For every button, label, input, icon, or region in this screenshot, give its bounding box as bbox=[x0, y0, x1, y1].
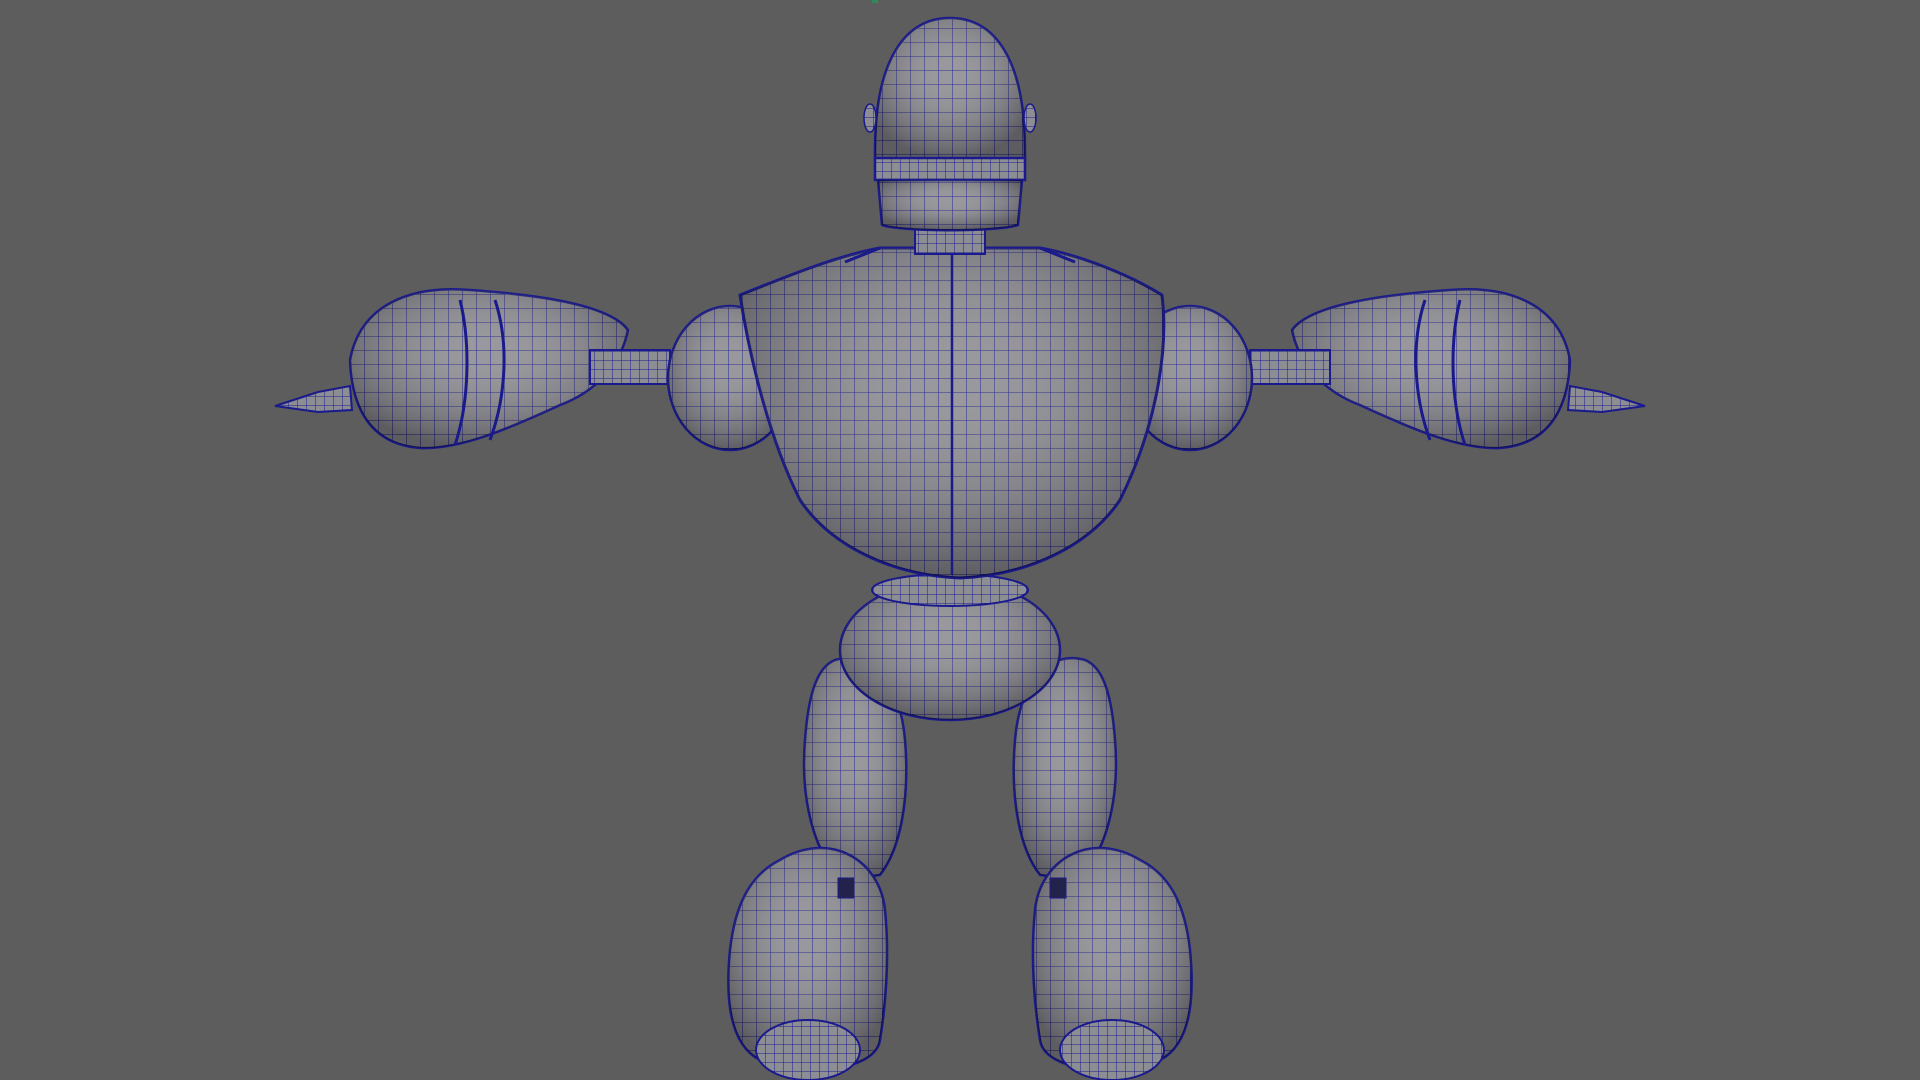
right-leg[interactable] bbox=[1012, 657, 1193, 1080]
left-leg[interactable] bbox=[727, 657, 908, 1080]
left-finger-tip bbox=[274, 384, 354, 414]
right-arm-joint bbox=[1249, 349, 1331, 385]
right-finger-tip bbox=[1566, 384, 1646, 414]
3d-viewport[interactable] bbox=[0, 0, 1920, 1080]
neck bbox=[914, 227, 986, 255]
left-arm[interactable] bbox=[274, 288, 671, 450]
robot-mesh[interactable] bbox=[0, 0, 1920, 1080]
left-arm-joint bbox=[589, 349, 671, 385]
left-ear bbox=[863, 103, 877, 133]
right-ear bbox=[1023, 103, 1037, 133]
head[interactable] bbox=[863, 16, 1037, 232]
right-arm[interactable] bbox=[1249, 288, 1646, 450]
torso[interactable] bbox=[738, 246, 1166, 580]
